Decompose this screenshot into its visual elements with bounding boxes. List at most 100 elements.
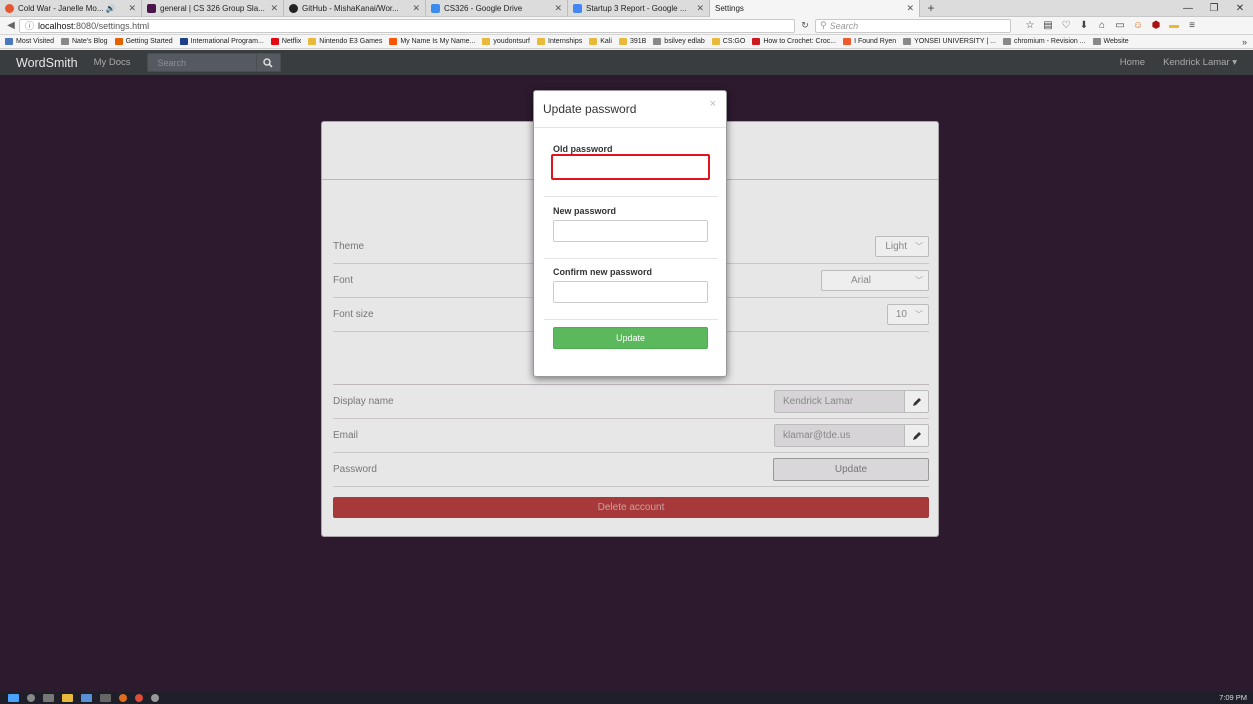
chrome-icon[interactable] (135, 694, 143, 702)
edit-display-name-button[interactable] (905, 390, 929, 413)
bookmark-item[interactable]: Internships (537, 38, 582, 45)
download-icon[interactable]: ⬇ (1075, 20, 1093, 31)
bookmark-item[interactable]: youdontsurf (482, 38, 530, 45)
chevron-down-icon: ﹀ (915, 276, 923, 285)
browser-tab-active[interactable]: Settings ✕ (710, 0, 920, 17)
bookmark-folder-icon (1002, 38, 1011, 45)
ublock-icon[interactable]: ⬢ (1147, 20, 1165, 31)
home-icon[interactable]: ⌂ (1093, 20, 1111, 31)
my-docs-link[interactable]: My Docs (94, 57, 131, 68)
theme-select[interactable]: Light ﹀ (875, 236, 929, 257)
browser-tab[interactable]: general | CS 326 Group Sla... ✕ (142, 0, 284, 17)
bookmark-item[interactable]: Netflix (270, 38, 301, 45)
update-password-button[interactable]: Update (773, 458, 929, 481)
password-row: Password Update (333, 453, 929, 487)
bookmark-item[interactable]: chromium - Revision ... (1002, 38, 1086, 45)
modal-header: Update password × (534, 91, 726, 128)
bookmark-folder-icon (537, 38, 545, 45)
bookmark-item[interactable]: My Name Is My Name... (389, 38, 475, 45)
display-name-row: Display name Kendrick Lamar (333, 385, 929, 419)
close-tab-icon[interactable]: ✕ (696, 3, 704, 14)
info-icon[interactable]: ⓘ (25, 19, 34, 32)
close-icon[interactable]: × (710, 98, 716, 110)
brand-logo[interactable]: WordSmith (16, 56, 78, 70)
close-tab-icon[interactable]: ✕ (554, 3, 562, 14)
firefox-icon[interactable] (119, 694, 127, 702)
browser-tab[interactable]: Cold War - Janelle Mo... 🔊 ✕ (0, 0, 142, 17)
menu-icon[interactable]: ≡ (1183, 20, 1201, 31)
file-explorer-icon[interactable] (62, 694, 73, 702)
browser-search-input[interactable]: ⚲ Search (815, 18, 1011, 33)
email-field[interactable]: klamar@tde.us (774, 424, 905, 447)
reload-icon[interactable]: ↻ (795, 20, 815, 31)
bookmark-item[interactable]: 391B (618, 38, 646, 45)
start-icon[interactable] (8, 694, 19, 702)
browser-tab[interactable]: GitHub - MishaKanai/Wor... ✕ (284, 0, 426, 17)
delete-account-button[interactable]: Delete account (333, 497, 929, 518)
bookmark-item[interactable]: I Found Ryen (843, 38, 896, 45)
bookmark-folder-icon (308, 38, 317, 45)
search-button[interactable] (256, 53, 281, 72)
more-bookmarks-icon[interactable]: » (1242, 37, 1247, 47)
screenshot-icon[interactable]: ▭ (1111, 20, 1129, 31)
close-tab-icon[interactable]: ✕ (128, 3, 136, 14)
old-password-input[interactable] (551, 154, 710, 180)
task-view-icon[interactable] (43, 694, 54, 702)
user-menu[interactable]: Kendrick Lamar ▾ (1163, 57, 1237, 68)
app-icon[interactable] (151, 694, 159, 702)
doc-search-input[interactable]: Search (146, 53, 257, 72)
font-select[interactable]: Arial ﹀ (821, 270, 929, 291)
new-password-input[interactable] (553, 220, 708, 242)
extension-folder-icon[interactable]: ▬ (1165, 20, 1183, 31)
bookmark-folder-icon (270, 38, 279, 45)
home-link[interactable]: Home (1120, 57, 1145, 68)
browser-tab[interactable]: CS326 - Google Drive ✕ (426, 0, 568, 17)
url-bar[interactable]: ⓘ localhost:8080/settings.html (19, 18, 795, 33)
reading-list-icon[interactable]: ▤ (1039, 20, 1057, 31)
bookmark-folder-icon (1092, 38, 1101, 45)
close-tab-icon[interactable]: ✕ (906, 3, 914, 14)
tab-favicon-icon (573, 4, 582, 13)
new-tab-icon[interactable]: + (920, 0, 942, 16)
tab-favicon-icon (147, 4, 156, 13)
close-tab-icon[interactable]: ✕ (270, 3, 278, 14)
bookmark-item[interactable]: How to Crochet: Croc... (752, 38, 836, 45)
minimize-icon[interactable]: — (1175, 0, 1201, 17)
bookmark-folder-icon (752, 38, 761, 45)
os-taskbar: 7:09 PM (0, 692, 1253, 704)
restore-icon[interactable]: ❐ (1201, 0, 1227, 17)
bookmark-item[interactable]: CS:GO (711, 38, 745, 45)
search-icon: ⚲ (820, 20, 827, 30)
modal-update-button[interactable]: Update (553, 327, 708, 349)
close-window-icon[interactable]: ✕ (1227, 0, 1253, 17)
bookmark-folder-icon (179, 38, 188, 45)
bookmark-item[interactable]: International Program... (179, 38, 264, 45)
bookmark-item[interactable]: YONSEI UNIVERSITY | ... (903, 38, 996, 45)
app-icon[interactable] (81, 694, 92, 702)
pocket-icon[interactable]: ♡ (1057, 20, 1075, 31)
bookmark-item[interactable]: Most Visited (5, 38, 54, 45)
bookmark-folder-icon (114, 38, 123, 45)
confirm-password-input[interactable] (553, 281, 708, 303)
bookmark-item[interactable]: Kali (589, 38, 612, 45)
app-icon[interactable] (100, 694, 111, 702)
bookmark-item[interactable]: Website (1092, 38, 1129, 45)
confirm-password-label: Confirm new password (553, 267, 653, 277)
pencil-icon (912, 431, 921, 440)
display-name-field[interactable]: Kendrick Lamar (774, 390, 905, 413)
search-icon (263, 57, 273, 68)
bookmark-item[interactable]: Getting Started (114, 38, 173, 45)
chevron-down-icon: ﹀ (915, 310, 923, 319)
bookmark-item[interactable]: Nintendo E3 Games (308, 38, 382, 45)
bookmark-folder-icon (903, 38, 912, 45)
bookmark-star-icon[interactable]: ☆ (1021, 20, 1039, 31)
close-tab-icon[interactable]: ✕ (412, 3, 420, 14)
edit-email-button[interactable] (905, 424, 929, 447)
back-icon[interactable]: ◀ (3, 20, 19, 31)
search-icon[interactable] (27, 694, 35, 702)
bookmark-item[interactable]: bsilvey edlab (653, 38, 705, 45)
font-size-select[interactable]: 10 ﹀ (887, 304, 929, 325)
bookmark-item[interactable]: Nate's Blog (61, 38, 108, 45)
extension-icon[interactable]: ☺ (1129, 20, 1147, 31)
browser-tab[interactable]: Startup 3 Report - Google ... ✕ (568, 0, 710, 17)
